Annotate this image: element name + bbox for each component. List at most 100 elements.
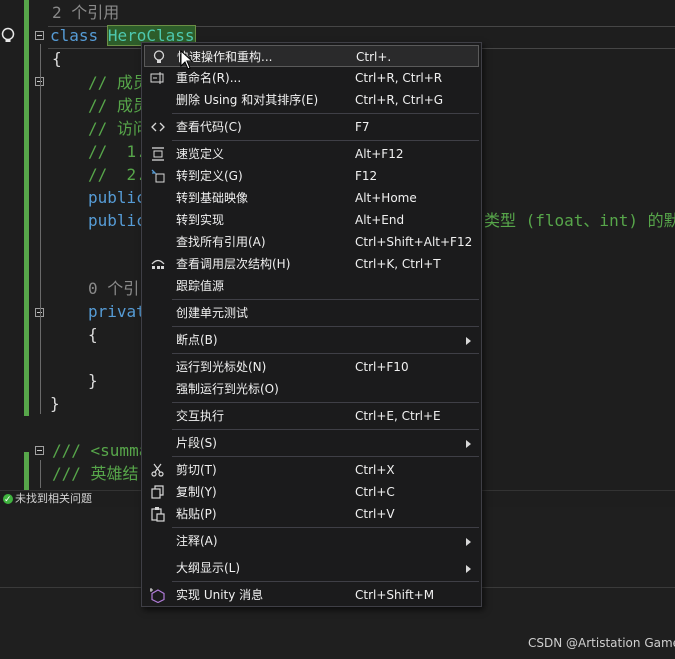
menu-item-label: 速览定义 bbox=[176, 147, 225, 161]
menu-item-shortcut: Ctrl+V bbox=[355, 507, 395, 521]
code-line: } bbox=[50, 394, 60, 413]
peek-definition-icon bbox=[150, 146, 166, 162]
menu-item-go-to-definition[interactable]: 转到定义(G) F12 bbox=[144, 165, 479, 187]
menu-item-label: 重命名(R)... bbox=[176, 71, 242, 85]
menu-item-shortcut: Ctrl+X bbox=[355, 463, 395, 477]
code-line: { bbox=[52, 49, 62, 68]
menu-item-label: 粘贴(P) bbox=[176, 507, 217, 521]
menu-item-shortcut: F7 bbox=[355, 120, 370, 134]
menu-item-outlining[interactable]: 大纲显示(L) bbox=[144, 557, 479, 579]
menu-item-shortcut: F12 bbox=[355, 169, 378, 183]
copy-icon bbox=[150, 484, 166, 500]
menu-item-rename[interactable]: 重命名(R)... Ctrl+R, Ctrl+R bbox=[144, 67, 479, 89]
menu-item-paste[interactable]: 粘贴(P) Ctrl+V bbox=[144, 503, 479, 525]
menu-item-label: 断点(B) bbox=[176, 333, 218, 347]
menu-item-force-run-to-cursor[interactable]: 强制运行到光标(O) bbox=[144, 378, 479, 400]
code-line: privat bbox=[88, 302, 146, 321]
menu-item-call-hierarchy[interactable]: 查看调用层次结构(H) Ctrl+K, Ctrl+T bbox=[144, 253, 479, 275]
paste-icon bbox=[150, 506, 166, 522]
menu-item-label: 交互执行 bbox=[176, 409, 225, 423]
lightbulb-icon[interactable] bbox=[0, 26, 16, 46]
lightbulb-icon bbox=[151, 49, 167, 65]
menu-item-shortcut: Ctrl+F10 bbox=[355, 360, 409, 374]
menu-item-find-all-references[interactable]: 查找所有引用(A) Ctrl+Shift+Alt+F12 bbox=[144, 231, 479, 253]
menu-separator bbox=[172, 527, 479, 528]
menu-item-remove-sort-usings[interactable]: 删除 Using 和对其排序(E) Ctrl+R, Ctrl+G bbox=[144, 89, 479, 111]
menu-item-shortcut: Ctrl+E, Ctrl+E bbox=[355, 409, 441, 423]
submenu-arrow-icon bbox=[466, 565, 471, 573]
menu-separator bbox=[172, 456, 479, 457]
menu-item-shortcut: Ctrl+Shift+Alt+F12 bbox=[355, 235, 473, 249]
menu-item-label: 剪切(T) bbox=[176, 463, 217, 477]
submenu-arrow-icon bbox=[466, 337, 471, 345]
mouse-pointer-icon bbox=[180, 50, 194, 70]
reference-count[interactable]: 0 个引 bbox=[88, 278, 139, 300]
menu-item-label: 创建单元测试 bbox=[176, 306, 249, 320]
menu-item-quick-actions[interactable]: 快速操作和重构... Ctrl+. bbox=[144, 45, 479, 67]
menu-separator bbox=[172, 113, 479, 114]
menu-item-shortcut: Alt+F12 bbox=[355, 147, 404, 161]
menu-item-label: 查看调用层次结构(H) bbox=[176, 257, 291, 271]
menu-item-label: 大纲显示(L) bbox=[176, 561, 241, 575]
menu-separator bbox=[172, 429, 479, 430]
code-line: } bbox=[88, 371, 98, 390]
change-tracking-bar bbox=[24, 452, 29, 490]
issues-status-text[interactable]: 未找到相关问题 bbox=[15, 491, 92, 507]
menu-item-go-to-implementation[interactable]: 转到实现 Alt+End bbox=[144, 209, 479, 231]
comment-line: /// <summa bbox=[52, 441, 149, 460]
menu-item-shortcut: Ctrl+Shift+M bbox=[355, 588, 435, 602]
keyword: class bbox=[50, 26, 99, 45]
menu-item-go-to-base[interactable]: 转到基础映像 Alt+Home bbox=[144, 187, 479, 209]
menu-item-peek-definition[interactable]: 速览定义 Alt+F12 bbox=[144, 143, 479, 165]
menu-item-copy[interactable]: 复制(Y) Ctrl+C bbox=[144, 481, 479, 503]
menu-item-label: 注释(A) bbox=[176, 534, 218, 548]
code-line: { bbox=[88, 325, 98, 344]
menu-item-label: 强制运行到光标(O) bbox=[176, 382, 279, 396]
menu-item-shortcut: Ctrl+. bbox=[356, 50, 392, 64]
menu-item-shortcut: Alt+Home bbox=[355, 191, 417, 205]
menu-item-label: 删除 Using 和对其排序(E) bbox=[176, 93, 319, 107]
menu-item-label: 实现 Unity 消息 bbox=[176, 588, 264, 602]
menu-item-comment[interactable]: 注释(A) bbox=[144, 530, 479, 552]
rename-icon bbox=[150, 70, 166, 86]
reference-count[interactable]: 2 个引用 bbox=[52, 2, 119, 24]
code-brackets-icon bbox=[150, 119, 166, 135]
menu-item-label: 复制(Y) bbox=[176, 485, 217, 499]
menu-item-implement-unity-messages[interactable]: 实现 Unity 消息 Ctrl+Shift+M bbox=[144, 584, 479, 606]
comment-line: // 2. bbox=[88, 165, 146, 184]
menu-item-shortcut: Alt+End bbox=[355, 213, 405, 227]
menu-item-label: 转到基础映像 bbox=[176, 191, 249, 205]
menu-item-cut[interactable]: 剪切(T) Ctrl+X bbox=[144, 459, 479, 481]
fold-guide bbox=[40, 460, 41, 488]
menu-item-snippets[interactable]: 片段(S) bbox=[144, 432, 479, 454]
context-menu: 快速操作和重构... Ctrl+. 重命名(R)... Ctrl+R, Ctrl… bbox=[141, 42, 482, 607]
menu-item-execute-in-interactive[interactable]: 交互执行 Ctrl+E, Ctrl+E bbox=[144, 405, 479, 427]
check-circle-icon bbox=[3, 491, 13, 507]
menu-item-track-value-source[interactable]: 跟踪值源 bbox=[144, 275, 479, 297]
submenu-arrow-icon bbox=[466, 440, 471, 448]
menu-item-create-unit-tests[interactable]: 创建单元测试 bbox=[144, 302, 479, 324]
menu-separator bbox=[172, 353, 479, 354]
fold-toggle[interactable] bbox=[35, 31, 44, 40]
submenu-arrow-icon bbox=[466, 538, 471, 546]
menu-item-label: 转到定义(G) bbox=[176, 169, 243, 183]
comment-line: // 访问 bbox=[88, 119, 149, 138]
menu-separator bbox=[172, 299, 479, 300]
menu-item-run-to-cursor[interactable]: 运行到光标处(N) Ctrl+F10 bbox=[144, 356, 479, 378]
comment-line: // 成员 bbox=[88, 96, 149, 115]
menu-item-label: 查看代码(C) bbox=[176, 120, 242, 134]
menu-item-label: 跟踪值源 bbox=[176, 279, 225, 293]
fold-toggle[interactable] bbox=[35, 446, 44, 455]
code-line: public bbox=[88, 188, 146, 207]
menu-item-shortcut: Ctrl+K, Ctrl+T bbox=[355, 257, 441, 271]
menu-item-breakpoint[interactable]: 断点(B) bbox=[144, 329, 479, 351]
menu-separator bbox=[172, 326, 479, 327]
menu-item-view-code[interactable]: 查看代码(C) F7 bbox=[144, 116, 479, 138]
menu-separator bbox=[172, 402, 479, 403]
scissors-icon bbox=[150, 462, 166, 478]
fold-guide bbox=[40, 92, 41, 192]
menu-item-label: 片段(S) bbox=[176, 436, 217, 450]
comment-line: // 成员 bbox=[88, 73, 149, 92]
go-to-definition-icon bbox=[150, 168, 166, 184]
unity-message-icon bbox=[149, 587, 166, 604]
